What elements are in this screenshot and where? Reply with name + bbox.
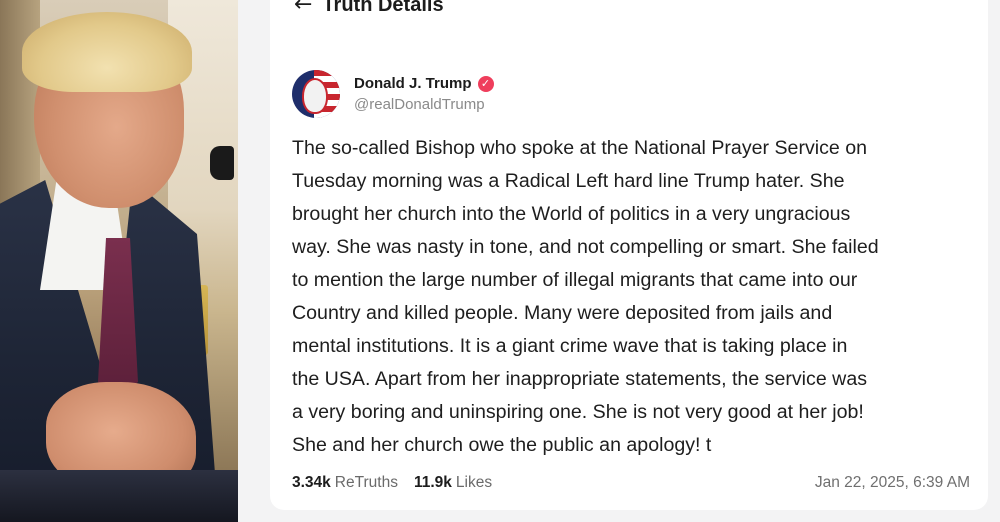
verified-badge-icon: ✓ [477, 75, 494, 92]
post-text-line: mental institutions. It is a giant crime… [292, 335, 848, 357]
post-footer: 3.34k ReTruths 11.9k Likes Jan 22, 2025, 6… [292, 474, 970, 492]
post-text-line: Tuesday morning was a Radical Left hard … [292, 170, 845, 192]
likes-label: Likes [455, 474, 493, 491]
author-handle[interactable]: @realDonaldTrump [354, 96, 494, 113]
microphone [210, 146, 234, 180]
post-text-line: to mention the large number of illegal m… [292, 269, 858, 291]
page-title: Truth Details [322, 0, 444, 16]
likes-stat[interactable]: 11.9k Likes [414, 474, 492, 492]
post-text-line: way. She was nasty in tone, and not comp… [292, 236, 879, 258]
post-text-line: brought her church into the World of pol… [292, 203, 851, 225]
likes-count: 11.9k [413, 474, 452, 491]
author-name[interactable]: Donald J. Trump [354, 75, 472, 92]
retruths-stat[interactable]: 3.34k ReTruths [292, 474, 398, 492]
post-author[interactable]: Donald J. Trump ✓ @realDonaldTrump [292, 70, 494, 118]
post-text-line: a very boring and uninspiring one. She i… [292, 401, 864, 423]
post-timestamp: Jan 22, 2025, 6:39 AM [814, 474, 970, 491]
retruths-count: 3.34k [292, 474, 331, 491]
post-text-line: Country and killed people. Many were dep… [292, 302, 833, 324]
post-text-line: the USA. Apart from her inappropriate st… [292, 368, 868, 390]
post-text-line: The so-called Bishop who spoke at the Na… [292, 137, 868, 159]
avatar[interactable] [292, 70, 340, 118]
screenshot-frame: ← Truth Details Donald J. Trump ✓ @realD… [0, 0, 1000, 522]
post-card: ← Truth Details Donald J. Trump ✓ @realD… [270, 0, 988, 510]
speaker-photo [0, 0, 238, 522]
post-text-line: She and her church owe the public an apo… [292, 434, 712, 456]
post-text: The so-called Bishop who spoke at the Na… [292, 132, 972, 462]
post-stats: 3.34k ReTruths 11.9k Likes [292, 474, 492, 492]
page-header: ← Truth Details [294, 0, 444, 20]
retruths-label: ReTruths [334, 474, 398, 491]
arrow-left-icon[interactable]: ← [294, 0, 312, 16]
